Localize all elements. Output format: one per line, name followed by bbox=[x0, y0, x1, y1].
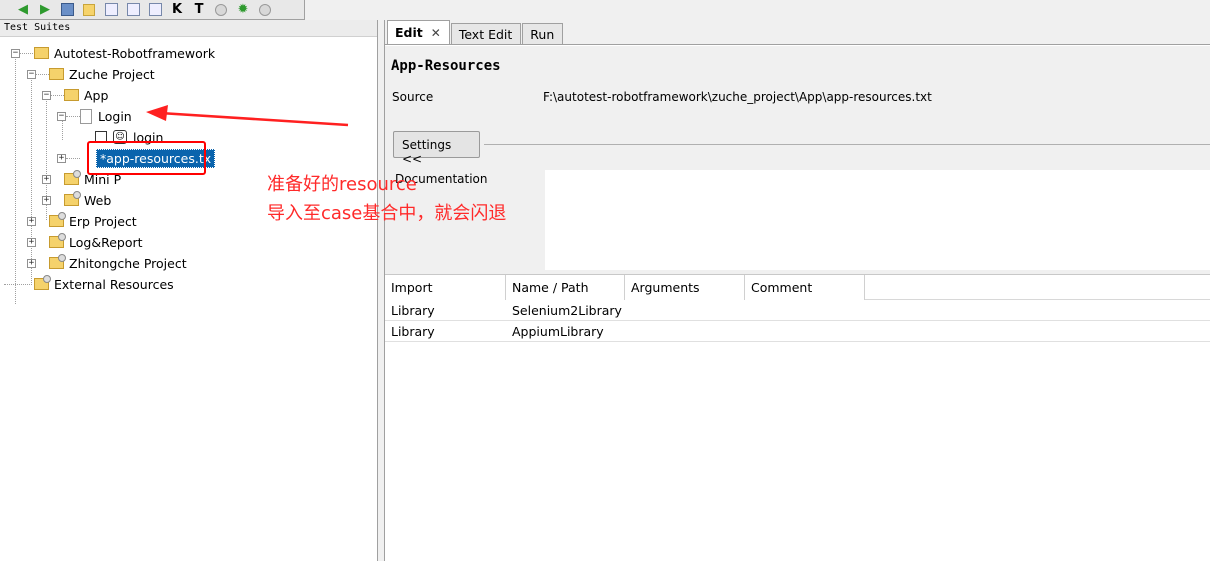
node-label: Zuche Project bbox=[69, 66, 155, 82]
resource-folder-icon bbox=[64, 191, 81, 206]
column-header[interactable]: Arguments bbox=[625, 275, 745, 300]
forward-arrow-icon[interactable]: ▶ bbox=[36, 2, 54, 18]
expand-toggle[interactable]: − bbox=[11, 49, 20, 58]
annotation-arrow bbox=[146, 105, 349, 127]
table-cell[interactable]: Library bbox=[385, 300, 441, 321]
expand-toggle[interactable]: + bbox=[42, 196, 51, 205]
node-label: App bbox=[84, 87, 109, 103]
t-icon[interactable]: T bbox=[190, 2, 208, 18]
folder-icon bbox=[49, 68, 64, 80]
tree-node-external-resources[interactable]: External Resources bbox=[34, 274, 174, 294]
resource-folder-icon bbox=[64, 170, 81, 185]
test-suites-panel: Test Suites − Autotest-Robotframework − … bbox=[0, 20, 378, 561]
annotation-highlight-box bbox=[87, 141, 206, 175]
expand-toggle[interactable]: + bbox=[27, 238, 36, 247]
resource-folder-icon bbox=[49, 233, 66, 248]
tab-label: Edit bbox=[395, 25, 423, 40]
file-icon bbox=[80, 108, 92, 124]
run-icon[interactable] bbox=[212, 2, 230, 18]
open-folder-icon[interactable] bbox=[80, 2, 98, 18]
close-icon[interactable]: ✕ bbox=[431, 26, 441, 40]
table-row[interactable]: Library Selenium2Library bbox=[385, 300, 1210, 321]
resource-folder-icon bbox=[34, 275, 51, 290]
documentation-field[interactable] bbox=[545, 170, 1210, 270]
annotation-line-1: 准备好的resource bbox=[267, 174, 417, 195]
source-label: Source bbox=[392, 90, 434, 104]
tree-node-zuche-project[interactable]: Zuche Project bbox=[49, 64, 155, 84]
expand-toggle[interactable]: − bbox=[27, 70, 36, 79]
expand-toggle[interactable]: + bbox=[27, 217, 36, 226]
folder-icon bbox=[64, 89, 79, 101]
export-icon[interactable] bbox=[146, 2, 164, 18]
node-label: External Resources bbox=[54, 276, 174, 292]
tree-node-zhitongche-project[interactable]: Zhitongche Project bbox=[49, 253, 187, 273]
toolbar: ◀ ▶ K T ✹ bbox=[0, 0, 305, 20]
settings-toggle-button[interactable]: Settings << bbox=[393, 131, 480, 166]
node-label: Log&Report bbox=[69, 234, 143, 250]
tree-node-web[interactable]: Web bbox=[64, 190, 111, 210]
column-header[interactable]: Import bbox=[385, 275, 506, 300]
tab-run[interactable]: Run bbox=[522, 23, 564, 44]
node-label: Autotest-Robotframework bbox=[54, 45, 216, 61]
download-icon[interactable] bbox=[102, 2, 120, 18]
tab-edit[interactable]: Edit ✕ bbox=[387, 20, 450, 44]
column-header[interactable]: Comment bbox=[745, 275, 865, 300]
table-cell[interactable]: Library bbox=[385, 321, 441, 342]
node-label: Login bbox=[98, 108, 132, 124]
k-icon[interactable]: K bbox=[168, 2, 186, 18]
column-header[interactable]: Name / Path bbox=[506, 275, 625, 300]
tab-label: Text Edit bbox=[458, 27, 513, 42]
table-cell[interactable]: Selenium2Library bbox=[506, 300, 628, 321]
tree-node-log-report[interactable]: Log&Report bbox=[49, 232, 143, 252]
table-row[interactable]: Library AppiumLibrary bbox=[385, 321, 1210, 342]
bug-icon[interactable]: ✹ bbox=[234, 2, 252, 18]
stop-icon[interactable] bbox=[256, 2, 274, 18]
node-label: Erp Project bbox=[69, 213, 137, 229]
edit-content: App-Resources Source F:\autotest-robotfr… bbox=[385, 46, 1210, 561]
tab-text-edit[interactable]: Text Edit bbox=[450, 23, 522, 44]
expand-toggle[interactable]: − bbox=[57, 112, 66, 121]
table-header: Import Name / Path Arguments Comment bbox=[385, 275, 1210, 300]
node-label: Web bbox=[84, 192, 112, 208]
panel-title: Test Suites bbox=[0, 20, 377, 37]
folder-icon bbox=[34, 47, 49, 59]
back-arrow-icon[interactable]: ◀ bbox=[14, 2, 32, 18]
tree-node-app[interactable]: App bbox=[64, 85, 108, 105]
import-table[interactable]: Import Name / Path Arguments Comment Lib… bbox=[385, 274, 1210, 561]
expand-toggle[interactable]: − bbox=[42, 91, 51, 100]
divider bbox=[484, 144, 1210, 145]
table-cell[interactable]: AppiumLibrary bbox=[506, 321, 610, 342]
expand-toggle[interactable]: + bbox=[27, 259, 36, 268]
annotation-text: 准备好的resource 导入至case基合中，就会闪退 bbox=[267, 170, 506, 228]
expand-toggle[interactable]: + bbox=[57, 154, 66, 163]
node-label: Zhitongche Project bbox=[69, 255, 187, 271]
save-icon[interactable] bbox=[58, 2, 76, 18]
tab-label: Run bbox=[530, 27, 555, 42]
resource-folder-icon bbox=[49, 254, 66, 269]
editor-panel: Edit ✕ Text Edit Run App-Resources Source… bbox=[384, 20, 1210, 561]
expand-toggle[interactable]: + bbox=[42, 175, 51, 184]
tree-node-erp-project[interactable]: Erp Project bbox=[49, 211, 137, 231]
download-all-icon[interactable] bbox=[124, 2, 142, 18]
source-path: F:\autotest-robotframework\zuche_project… bbox=[543, 90, 932, 104]
resource-title: App-Resources bbox=[391, 58, 501, 74]
resource-folder-icon bbox=[49, 212, 66, 227]
tree-node-login-suite[interactable]: Login bbox=[80, 106, 132, 126]
editor-tabs: Edit ✕ Text Edit Run bbox=[385, 20, 1210, 45]
tree-node-root[interactable]: Autotest-Robotframework bbox=[34, 43, 215, 63]
annotation-line-2: 导入至case基合中，就会闪退 bbox=[267, 203, 507, 224]
